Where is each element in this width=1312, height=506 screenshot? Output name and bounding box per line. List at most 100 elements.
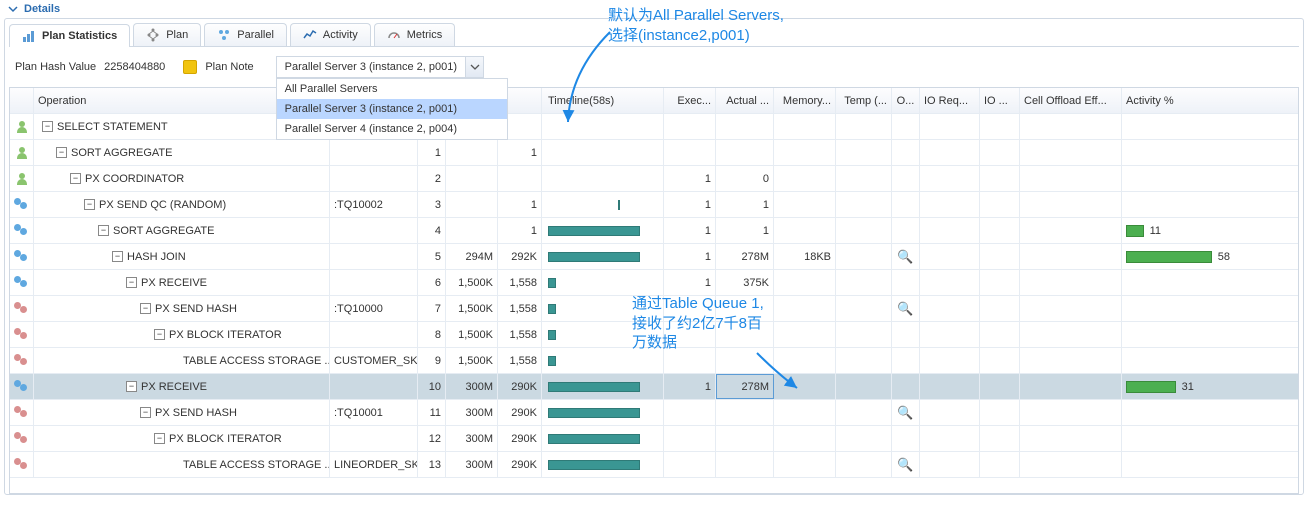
table-row[interactable]: −PX BLOCK ITERATOR12300M290K	[10, 426, 1298, 452]
table-row[interactable]: −SORT AGGREGATE411111	[10, 218, 1298, 244]
est-rows-cell: 294M	[446, 244, 498, 269]
est-rows-cell	[446, 192, 498, 217]
col-other[interactable]: O...	[892, 88, 920, 113]
tab-metrics[interactable]: Metrics	[374, 23, 455, 46]
tab-parallel[interactable]: Parallel	[204, 23, 287, 46]
collapse-icon[interactable]: −	[84, 199, 95, 210]
collapse-icon[interactable]: −	[154, 329, 165, 340]
col-exec[interactable]: Exec...	[664, 88, 716, 113]
io-cell	[980, 296, 1020, 321]
actual-cell	[716, 140, 774, 165]
operation-label: HASH JOIN	[127, 251, 186, 263]
est-cost-cell: 1	[498, 192, 542, 217]
ioreq-cell	[920, 400, 980, 425]
col-actual[interactable]: Actual ...	[716, 88, 774, 113]
table-row[interactable]: −PX SEND HASH:TQ1000071,500K1,558🔍	[10, 296, 1298, 322]
name-cell: :TQ10001	[330, 400, 418, 425]
col-temp[interactable]: Temp (...	[836, 88, 892, 113]
binoculars-icon[interactable]: 🔍	[897, 405, 913, 421]
collapse-icon[interactable]: −	[140, 407, 151, 418]
activity-cell	[1122, 140, 1234, 165]
name-cell	[330, 426, 418, 451]
binoculars-icon[interactable]: 🔍	[897, 301, 913, 317]
binoculars-icon[interactable]: 🔍	[897, 249, 913, 265]
name-cell	[330, 374, 418, 399]
activity-cell: 11	[1122, 218, 1234, 243]
dropdown-item[interactable]: Parallel Server 4 (instance 2, p004)	[277, 119, 507, 139]
collapse-icon[interactable]: −	[112, 251, 123, 262]
name-cell	[330, 270, 418, 295]
exec-cell: 1	[664, 192, 716, 217]
col-offload[interactable]: Cell Offload Eff...	[1020, 88, 1122, 113]
other-cell: 🔍	[892, 296, 920, 321]
col-memory[interactable]: Memory...	[774, 88, 836, 113]
exec-cell	[664, 322, 716, 347]
operation-label: TABLE ACCESS STORAGE ...	[183, 459, 330, 471]
user-icon	[16, 121, 28, 133]
timeline-cell	[542, 296, 664, 321]
note-icon[interactable]	[183, 60, 197, 74]
other-cell	[892, 348, 920, 373]
parallel-server-dropdown[interactable]: Parallel Server 3 (instance 2, p001) All…	[276, 56, 484, 78]
table-row[interactable]: −HASH JOIN5294M292K1278M18KB🔍58	[10, 244, 1298, 270]
table-row[interactable]: −PX SEND QC (RANDOM):TQ100023111	[10, 192, 1298, 218]
collapse-icon[interactable]: −	[98, 225, 109, 236]
timeline-cell	[542, 348, 664, 373]
parallel-icon	[217, 28, 231, 42]
dropdown-item[interactable]: All Parallel Servers	[277, 79, 507, 99]
details-body: Plan Statistics Plan Parallel Activity	[4, 18, 1304, 495]
table-row[interactable]: −PX RECEIVE10300M290K1278M31	[10, 374, 1298, 400]
collapse-icon[interactable]: −	[154, 433, 165, 444]
chevron-down-icon[interactable]	[465, 57, 483, 77]
table-row[interactable]: TABLE ACCESS STORAGE ...LINEORDER_SKI133…	[10, 452, 1298, 478]
io-cell	[980, 218, 1020, 243]
est-rows-cell: 1,500K	[446, 348, 498, 373]
collapse-icon[interactable]: −	[56, 147, 67, 158]
table-row[interactable]: −SELECT STATEMENT	[10, 114, 1298, 140]
activity-cell: 58	[1122, 244, 1234, 269]
col-activity[interactable]: Activity %	[1122, 88, 1234, 113]
ioreq-cell	[920, 426, 980, 451]
dropdown-item[interactable]: Parallel Server 3 (instance 2, p001)	[277, 99, 507, 119]
col-io[interactable]: IO ...	[980, 88, 1020, 113]
tab-plan[interactable]: Plan	[133, 23, 201, 46]
offload-cell	[1020, 296, 1122, 321]
temp-cell	[836, 400, 892, 425]
plan-note-label[interactable]: Plan Note	[205, 61, 253, 73]
timeline-cell	[542, 270, 664, 295]
other-cell	[892, 218, 920, 243]
dropdown-button[interactable]: Parallel Server 3 (instance 2, p001)	[276, 56, 484, 78]
plan-table: Operation Na... Timeline(58s) Exec... Ac…	[9, 87, 1299, 494]
memory-cell	[774, 348, 836, 373]
collapse-icon[interactable]: −	[126, 277, 137, 288]
binoculars-icon[interactable]: 🔍	[897, 457, 913, 473]
temp-cell	[836, 322, 892, 347]
timeline-cell	[542, 452, 664, 477]
operation-label: PX RECEIVE	[141, 277, 207, 289]
activity-value: 58	[1218, 251, 1230, 263]
collapse-icon[interactable]: −	[70, 173, 81, 184]
ioreq-cell	[920, 270, 980, 295]
offload-cell	[1020, 426, 1122, 451]
tab-plan-statistics[interactable]: Plan Statistics	[9, 24, 130, 47]
est-cost-cell: 1,558	[498, 322, 542, 347]
other-cell	[892, 322, 920, 347]
chevron-down-icon[interactable]	[6, 2, 20, 16]
collapse-icon[interactable]: −	[42, 121, 53, 132]
table-row[interactable]: TABLE ACCESS STORAGE ...CUSTOMER_SKE91,5…	[10, 348, 1298, 374]
table-row[interactable]: −PX SEND HASH:TQ1000111300M290K🔍	[10, 400, 1298, 426]
table-row[interactable]: −PX BLOCK ITERATOR81,500K1,558	[10, 322, 1298, 348]
table-row[interactable]: −PX COORDINATOR210	[10, 166, 1298, 192]
est-rows-cell: 1,500K	[446, 296, 498, 321]
timeline-cell	[542, 322, 664, 347]
col-ioreq[interactable]: IO Req...	[920, 88, 980, 113]
tab-activity[interactable]: Activity	[290, 23, 371, 46]
est-rows-cell	[446, 140, 498, 165]
collapse-icon[interactable]: −	[126, 381, 137, 392]
collapse-icon[interactable]: −	[140, 303, 151, 314]
table-row[interactable]: −SORT AGGREGATE11	[10, 140, 1298, 166]
table-row[interactable]: −PX RECEIVE61,500K1,5581375K	[10, 270, 1298, 296]
col-timeline[interactable]: Timeline(58s)	[542, 88, 664, 113]
actual-cell: 278M	[716, 374, 774, 399]
offload-cell	[1020, 166, 1122, 191]
